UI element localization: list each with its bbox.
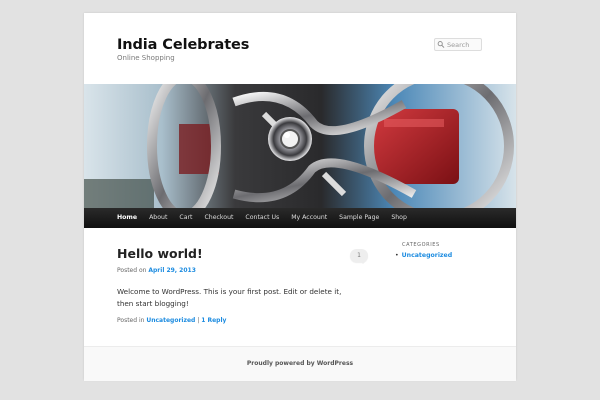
nav-item-cart[interactable]: Cart <box>173 208 198 228</box>
post-footer-prefix: Posted in <box>117 317 145 324</box>
comment-count: 1 <box>357 252 361 259</box>
search-box[interactable] <box>434 38 482 51</box>
post-title[interactable]: Hello world! <box>117 246 203 261</box>
reply-link[interactable]: 1 Reply <box>201 317 226 324</box>
post-footer: Posted in Uncategorized | 1 Reply <box>117 317 226 324</box>
category-uncategorized-link[interactable]: Uncategorized <box>402 252 453 259</box>
post-meta-prefix: Posted on <box>117 267 147 274</box>
list-item: • Uncategorized <box>395 251 452 261</box>
categories-list: • Uncategorized <box>395 251 452 261</box>
site-footer: Proudly powered by WordPress <box>84 346 516 381</box>
site-description: Online Shopping <box>117 54 175 62</box>
nav-item-checkout[interactable]: Checkout <box>198 208 239 228</box>
main-navigation: Home About Cart Checkout Contact Us My A… <box>84 208 516 228</box>
post-date-link[interactable]: April 29, 2013 <box>148 267 196 274</box>
page: India Celebrates Online Shopping Search … <box>84 13 516 381</box>
comment-count-bubble[interactable]: 1 <box>350 249 368 264</box>
nav-item-contact-us[interactable]: Contact Us <box>239 208 285 228</box>
search-input[interactable] <box>447 39 481 50</box>
footer-separator: | <box>197 317 200 324</box>
bullet-icon: • <box>395 252 399 259</box>
footer-credit-link[interactable]: Proudly powered by WordPress <box>247 360 353 367</box>
nav-item-sample-page[interactable]: Sample Page <box>333 208 385 228</box>
nav-item-my-account[interactable]: My Account <box>285 208 333 228</box>
categories-widget-title: Categories <box>402 242 440 248</box>
site-title[interactable]: India Celebrates <box>117 37 249 53</box>
category-link[interactable]: Uncategorized <box>146 317 195 324</box>
bubble-tail-icon <box>360 261 366 264</box>
post-content: Welcome to WordPress. This is your first… <box>117 287 342 308</box>
nav-item-home[interactable]: Home <box>111 208 143 228</box>
post-meta: Posted on April 29, 2013 <box>117 267 196 274</box>
nav-item-shop[interactable]: Shop <box>385 208 413 228</box>
header-image <box>84 84 516 208</box>
nav-item-about[interactable]: About <box>143 208 173 228</box>
search-icon <box>437 41 445 48</box>
